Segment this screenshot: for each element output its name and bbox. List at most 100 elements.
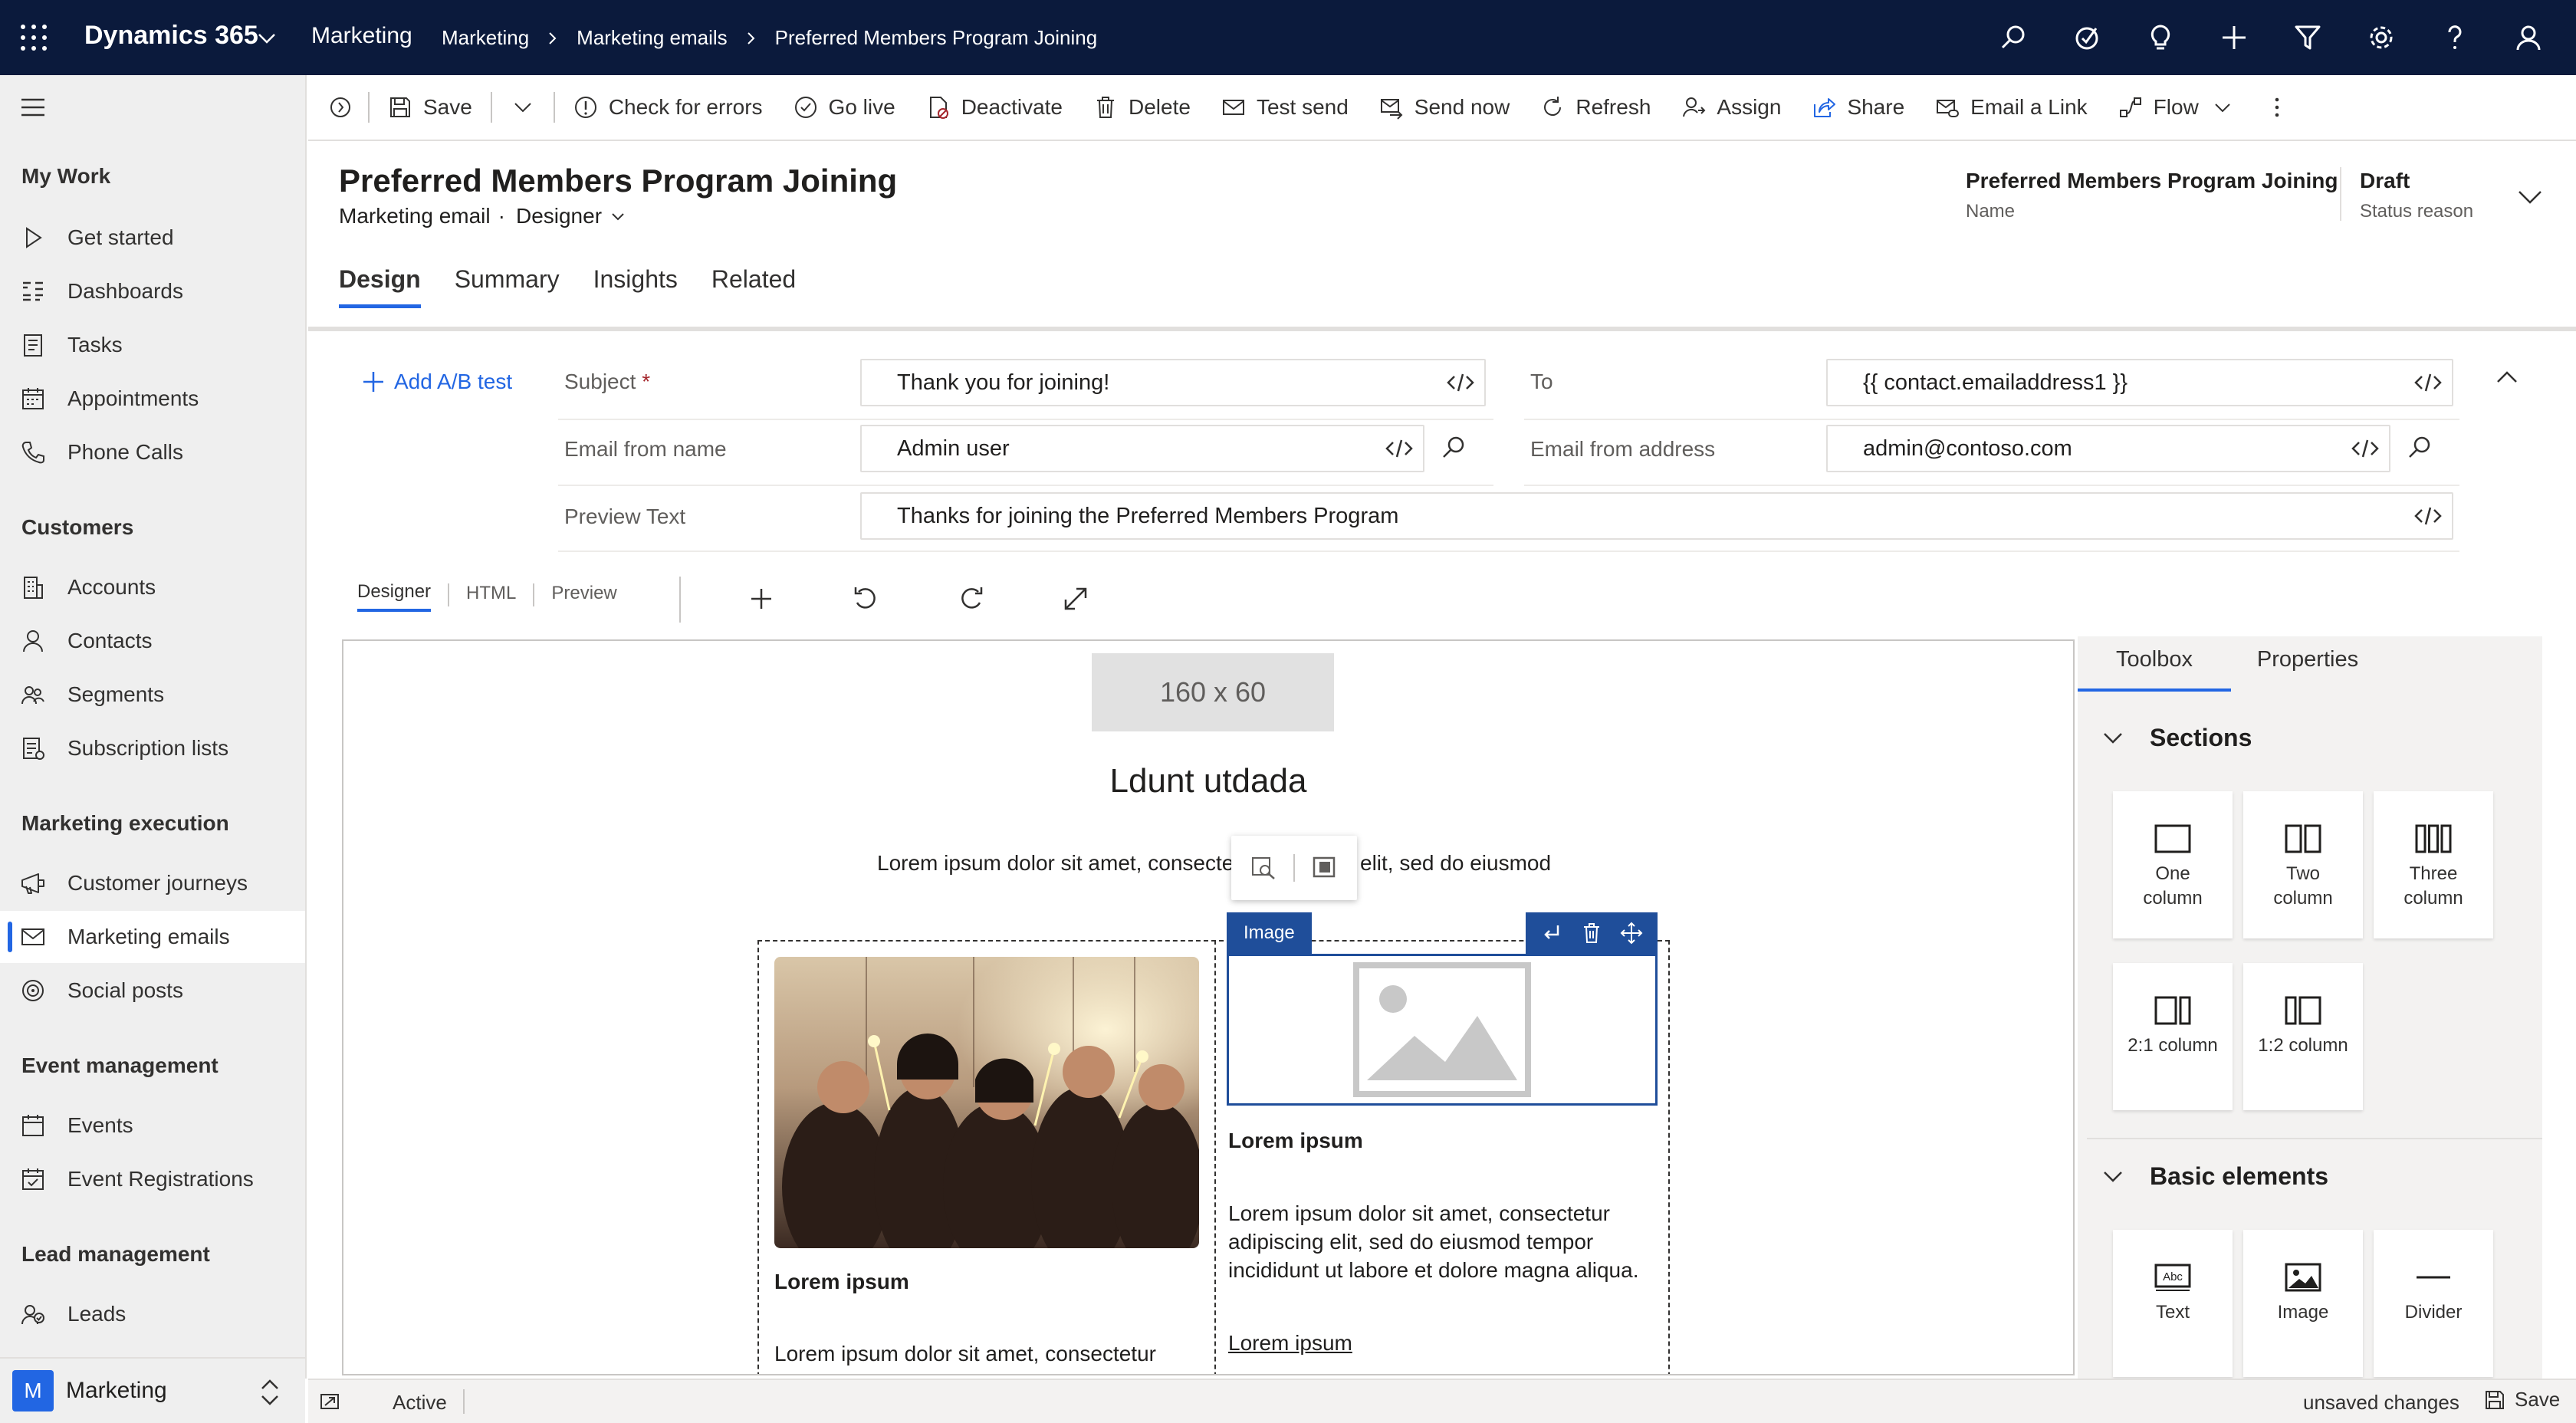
check-for-errors-button[interactable]: Check for errors <box>558 74 778 140</box>
refresh-button[interactable]: Refresh <box>1525 74 1666 140</box>
sidebar-item-subscription-lists[interactable]: Subscription lists <box>0 722 305 774</box>
email-design-canvas[interactable]: 160 x 60 Ldunt utdada Lorem ipsum dolor … <box>342 639 2075 1375</box>
to-input[interactable]: {{ contact.emailaddress1 }} <box>1826 359 2453 406</box>
trash-icon[interactable] <box>1579 921 1604 945</box>
app-name[interactable]: Marketing <box>311 23 412 49</box>
code-icon[interactable] <box>1385 436 1414 461</box>
sidebar-item-get-started[interactable]: Get started <box>0 212 305 264</box>
expand-header-icon[interactable] <box>2516 187 2544 205</box>
from-name-input[interactable]: Admin user <box>860 425 1424 472</box>
task-icon[interactable] <box>2050 18 2124 57</box>
sidebar-item-marketing-emails[interactable]: Marketing emails <box>0 911 305 963</box>
add-ab-test-link[interactable]: Add A/B test <box>362 370 512 394</box>
sidebar-item-leads[interactable]: Leads <box>0 1288 305 1340</box>
breadcrumb-item[interactable]: Preferred Members Program Joining <box>775 26 1098 50</box>
save-options-button[interactable] <box>495 74 550 140</box>
image-search-icon[interactable] <box>1250 855 1276 881</box>
sidebar-item-social-posts[interactable]: Social posts <box>0 965 305 1017</box>
settings-icon[interactable] <box>2344 18 2418 57</box>
plus-icon[interactable] <box>747 584 776 613</box>
tile-divider[interactable]: Divider <box>2374 1230 2493 1377</box>
redo-icon[interactable] <box>957 584 986 613</box>
undo-icon[interactable] <box>851 584 880 613</box>
go-live-button[interactable]: Go live <box>778 74 911 140</box>
search-icon[interactable] <box>1976 18 2050 57</box>
save-button[interactable]: Save <box>373 74 488 140</box>
test-send-button[interactable]: Test send <box>1206 74 1364 140</box>
tab-design[interactable]: Design <box>339 265 421 308</box>
breadcrumb-item[interactable]: Marketing <box>442 26 529 50</box>
code-icon[interactable] <box>1446 370 1475 395</box>
share-button[interactable]: Share <box>1796 74 1920 140</box>
sidebar-item-events[interactable]: Events <box>0 1099 305 1152</box>
hamburger-menu-icon[interactable] <box>20 97 46 118</box>
tab-designer[interactable]: Designer <box>357 578 432 612</box>
from-address-input[interactable]: admin@contoso.com <box>1826 425 2390 472</box>
help-icon[interactable] <box>2418 18 2492 57</box>
intro-text-left[interactable]: Lorem ipsum dolor sit amet, consecte <box>877 851 1234 876</box>
tile-two-column[interactable]: Two column <box>2243 791 2363 938</box>
status-save-button[interactable]: Save <box>2484 1388 2560 1411</box>
lightbulb-icon[interactable] <box>2124 18 2197 57</box>
tile-text[interactable]: Abc Text <box>2113 1230 2233 1377</box>
expand-icon[interactable] <box>1061 584 1090 613</box>
sidebar-item-customer-journeys[interactable]: Customer journeys <box>0 857 305 909</box>
collapse-fields-icon[interactable] <box>2495 368 2519 386</box>
email-heading[interactable]: Ldunt utdada <box>343 762 2073 800</box>
tab-preview[interactable]: Preview <box>551 580 616 610</box>
flow-button[interactable]: Flow <box>2103 74 2248 140</box>
area-switcher[interactable]: M Marketing <box>0 1357 305 1423</box>
more-commands-button[interactable] <box>2248 74 2306 140</box>
preview-text-input[interactable]: Thanks for joining the Preferred Members… <box>860 492 2453 540</box>
deactivate-button[interactable]: Deactivate <box>911 74 1078 140</box>
left-column-title[interactable]: Lorem ipsum <box>774 1270 909 1294</box>
back-button[interactable] <box>308 74 365 140</box>
move-icon[interactable] <box>1619 921 1644 945</box>
tile-2-1-column[interactable]: 2:1 column <box>2113 963 2233 1110</box>
send-now-button[interactable]: Send now <box>1364 74 1526 140</box>
tab-html[interactable]: HTML <box>466 580 516 610</box>
code-icon[interactable] <box>2413 370 2443 395</box>
breadcrumb-item[interactable]: Marketing emails <box>577 26 728 50</box>
basic-elements-header[interactable]: Basic elements <box>2102 1162 2328 1191</box>
chevron-down-icon[interactable] <box>258 29 276 48</box>
intro-text-right[interactable]: elit, sed do eiusmod <box>1360 851 1551 876</box>
logo-placeholder[interactable]: 160 x 60 <box>1092 653 1334 731</box>
sidebar-item-phone-calls[interactable]: Phone Calls <box>0 426 305 478</box>
app-launcher-icon[interactable] <box>20 24 48 51</box>
right-column-body[interactable]: Lorem ipsum dolor sit amet, consectetur … <box>1228 1199 1658 1284</box>
form-selector[interactable]: Designer <box>516 204 602 228</box>
tile-one-column[interactable]: One column <box>2113 791 2233 938</box>
tab-insights[interactable]: Insights <box>593 265 678 308</box>
left-column-body[interactable]: Lorem ipsum dolor sit amet, consectetur <box>774 1342 1156 1366</box>
sidebar-item-contacts[interactable]: Contacts <box>0 615 305 667</box>
sidebar-item-segments[interactable]: Segments <box>0 669 305 721</box>
select-parent-icon[interactable] <box>1539 921 1564 945</box>
sidebar-item-accounts[interactable]: Accounts <box>0 561 305 613</box>
lookup-search-icon[interactable] <box>2407 435 2432 460</box>
filter-icon[interactable] <box>2271 18 2344 57</box>
code-icon[interactable] <box>2413 504 2443 528</box>
sidebar-item-dashboards[interactable]: Dashboards <box>0 265 305 317</box>
sidebar-item-event-registrations[interactable]: Event Registrations <box>0 1153 305 1205</box>
email-a-link-button[interactable]: Email a Link <box>1920 74 2103 140</box>
tab-toolbox[interactable]: Toolbox <box>2078 636 2231 692</box>
right-column-title[interactable]: Lorem ipsum <box>1228 1129 1363 1153</box>
open-in-window-icon[interactable] <box>319 1391 340 1412</box>
tab-properties[interactable]: Properties <box>2231 636 2384 692</box>
chevron-down-icon[interactable] <box>610 208 626 225</box>
tile-three-column[interactable]: Three column <box>2374 791 2493 938</box>
code-icon[interactable] <box>2351 436 2380 461</box>
image-element[interactable] <box>1227 954 1658 1106</box>
party-photo[interactable] <box>774 957 1199 1248</box>
sections-header[interactable]: Sections <box>2102 724 2252 752</box>
sidebar-item-tasks[interactable]: Tasks <box>0 319 305 371</box>
image-replace-icon[interactable] <box>1312 855 1338 881</box>
lookup-search-icon[interactable] <box>1441 435 1466 460</box>
sidebar-item-appointments[interactable]: Appointments <box>0 373 305 425</box>
brand-title[interactable]: Dynamics 365 <box>84 21 258 51</box>
tile-1-2-column[interactable]: 1:2 column <box>2243 963 2363 1110</box>
user-icon[interactable] <box>2492 18 2565 57</box>
plus-icon[interactable] <box>2197 18 2271 57</box>
delete-button[interactable]: Delete <box>1078 74 1206 140</box>
